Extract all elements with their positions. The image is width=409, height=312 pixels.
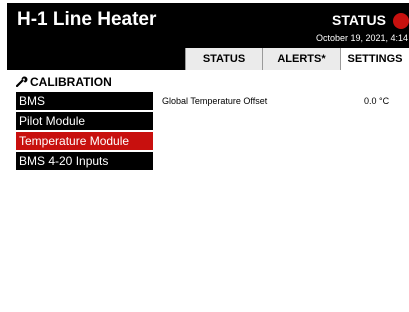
section-title: CALIBRATION bbox=[15, 75, 112, 89]
section-title-text: CALIBRATION bbox=[30, 75, 112, 89]
menu-item-temperature-module[interactable]: Temperature Module bbox=[16, 132, 153, 150]
tab-bar: STATUS ALERTS* SETTINGS bbox=[7, 48, 409, 70]
tab-settings[interactable]: SETTINGS bbox=[340, 48, 409, 70]
global-temperature-offset-label: Global Temperature Offset bbox=[162, 96, 268, 106]
menu-item-pilot-module[interactable]: Pilot Module bbox=[16, 112, 153, 130]
app-title: H-1 Line Heater bbox=[17, 9, 157, 30]
tab-status[interactable]: STATUS bbox=[185, 48, 262, 70]
menu-item-bms[interactable]: BMS bbox=[16, 92, 153, 110]
status-label: STATUS bbox=[332, 12, 386, 28]
calibration-menu: BMS Pilot Module Temperature Module BMS … bbox=[16, 92, 153, 172]
global-temperature-offset-value[interactable]: 0.0 °C bbox=[364, 96, 389, 106]
status-indicator-icon bbox=[393, 13, 409, 29]
date-time: October 19, 2021, 4:14 pm bbox=[316, 33, 409, 43]
menu-item-bms-4-20-inputs[interactable]: BMS 4-20 Inputs bbox=[16, 152, 153, 170]
app-frame: H-1 Line Heater STATUS October 19, 2021,… bbox=[7, 3, 409, 312]
tab-alerts[interactable]: ALERTS* bbox=[262, 48, 340, 70]
wrench-icon bbox=[15, 76, 28, 88]
header-bar: H-1 Line Heater STATUS October 19, 2021,… bbox=[7, 3, 409, 48]
